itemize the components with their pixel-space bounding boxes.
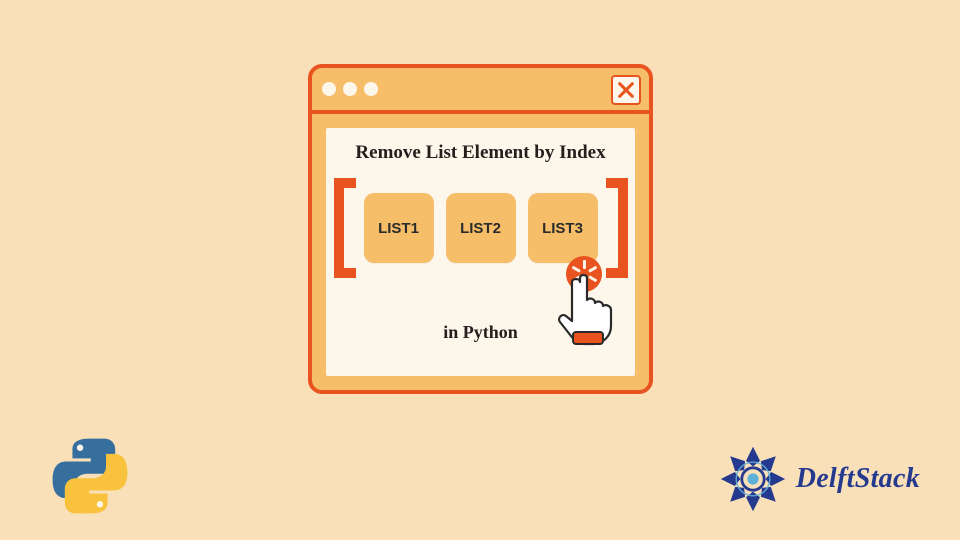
delftstack-logo-icon [718, 444, 788, 514]
window-content: Remove List Element by Index LIST1 LIST2… [326, 128, 635, 376]
close-icon [617, 81, 635, 99]
heading-text: Remove List Element by Index [355, 142, 605, 164]
dot-icon [364, 82, 378, 96]
left-bracket-icon [334, 178, 356, 278]
list-item: LIST1 [364, 193, 434, 263]
subheading-text: in Python [443, 322, 518, 343]
close-button[interactable] [611, 75, 641, 105]
list-illustration: LIST1 LIST2 LIST3 [334, 178, 628, 278]
list-boxes: LIST1 LIST2 LIST3 [364, 193, 598, 263]
python-logo-icon [48, 434, 132, 518]
list-item: LIST3 [528, 193, 598, 263]
window-control-dots [322, 82, 378, 96]
illustration-window: Remove List Element by Index LIST1 LIST2… [308, 64, 653, 394]
brand: DelftStack [718, 444, 920, 514]
dot-icon [322, 82, 336, 96]
list-item: LIST2 [446, 193, 516, 263]
dot-icon [343, 82, 357, 96]
right-bracket-icon [606, 178, 628, 278]
window-titlebar [312, 68, 649, 114]
brand-name: DelftStack [796, 463, 920, 495]
